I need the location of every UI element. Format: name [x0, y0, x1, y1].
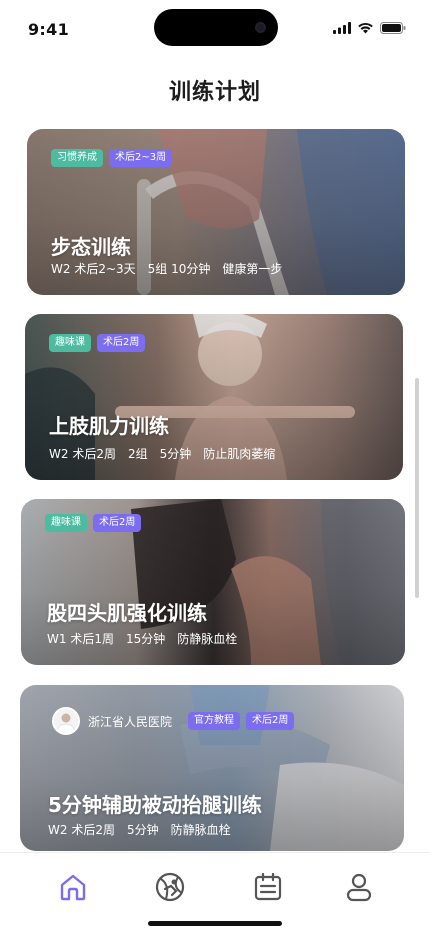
hospital-name: 浙江省人民医院: [88, 714, 173, 729]
dynamic-island: [154, 9, 278, 46]
meta-sets: 2组: [127, 447, 148, 461]
card-meta: W2 术后2~3天 5组 10分钟 健康第一步: [51, 260, 282, 277]
training-card-quadriceps[interactable]: 趣味课 术后2周 股四头肌强化训练 W1 术后1周 15分钟 防静脉血栓: [21, 499, 405, 665]
camera-icon: [255, 22, 266, 33]
status-bar: 9:41: [0, 0, 430, 56]
card-tags: 习惯养成 术后2~3周: [51, 149, 173, 167]
card-tags: 官方教程 术后2周: [188, 712, 295, 730]
card-tags: 趣味课 术后2周: [49, 334, 146, 352]
hospital-info: 浙江省人民医院 官方教程 术后2周: [52, 707, 295, 735]
scrollbar[interactable]: [415, 378, 419, 598]
battery-icon: [380, 22, 406, 34]
tag-post-op: 术后2周: [246, 712, 295, 730]
card-meta: W2 术后2周 2组 5分钟 防止肌肉萎缩: [49, 445, 275, 462]
wifi-icon: [358, 22, 373, 34]
meta-week: W2 术后2~3天: [51, 262, 136, 276]
meta-goal: 防止肌肉萎缩: [203, 447, 276, 461]
doctor-avatar: [52, 707, 80, 735]
page-title: 训练计划: [168, 80, 261, 105]
card-title: 5分钟辅助被动抬腿训练: [48, 793, 262, 817]
meta-week: W2 术后2周: [49, 447, 116, 461]
card-meta: W2 术后2周 5分钟 防静脉血栓: [48, 821, 231, 838]
doctor-icon: [56, 713, 76, 733]
card-title: 上肢肌力训练: [49, 414, 169, 438]
tag-post-op: 术后2周: [93, 514, 142, 532]
tag-official: 官方教程: [188, 712, 241, 730]
sport-ball-icon: [155, 872, 185, 902]
card-tags: 趣味课 术后2周: [45, 514, 142, 532]
tag-habit: 习惯养成: [51, 149, 103, 167]
tab-profile[interactable]: [341, 869, 377, 905]
signal-icon: [333, 22, 351, 34]
meta-week: W2 术后2周: [48, 823, 115, 837]
tag-post-op: 术后2周: [97, 334, 146, 352]
tag-fun: 趣味课: [45, 514, 87, 532]
training-card-upper-limb[interactable]: 趣味课 术后2周 上肢肌力训练 W2 术后2周 2组 5分钟 防止肌肉萎缩: [25, 314, 403, 480]
profile-icon: [346, 873, 372, 902]
meta-duration: 5分钟: [159, 447, 192, 461]
home-icon: [60, 874, 86, 901]
meta-goal: 防静脉血栓: [170, 823, 231, 837]
card-title: 步态训练: [51, 235, 131, 259]
tab-calendar[interactable]: [250, 869, 286, 905]
tag-fun: 趣味课: [49, 334, 91, 352]
home-indicator[interactable]: [148, 921, 282, 926]
calendar-icon: [254, 872, 282, 901]
status-icons: [333, 22, 406, 34]
meta-goal: 健康第一步: [222, 262, 283, 276]
training-card-passive-leg-raise[interactable]: 浙江省人民医院 官方教程 术后2周 5分钟辅助被动抬腿训练 W2 术后2周 5分…: [20, 685, 404, 851]
training-card-gait[interactable]: 习惯养成 术后2~3周 步态训练 W2 术后2~3天 5组 10分钟 健康第一步: [27, 129, 405, 295]
tab-bar: [0, 852, 430, 932]
meta-duration: 5分钟: [126, 823, 159, 837]
meta-week: W1 术后1周: [47, 632, 114, 646]
meta-duration: 15分钟: [125, 632, 166, 646]
tab-sport[interactable]: [152, 869, 188, 905]
meta-sets: 5组 10分钟: [147, 262, 211, 276]
meta-goal: 防静脉血栓: [177, 632, 238, 646]
card-meta: W1 术后1周 15分钟 防静脉血栓: [47, 630, 237, 647]
tab-home[interactable]: [55, 869, 91, 905]
status-time: 9:41: [28, 20, 69, 39]
card-title: 股四头肌强化训练: [47, 601, 207, 625]
tag-post-op: 术后2~3周: [109, 149, 173, 167]
